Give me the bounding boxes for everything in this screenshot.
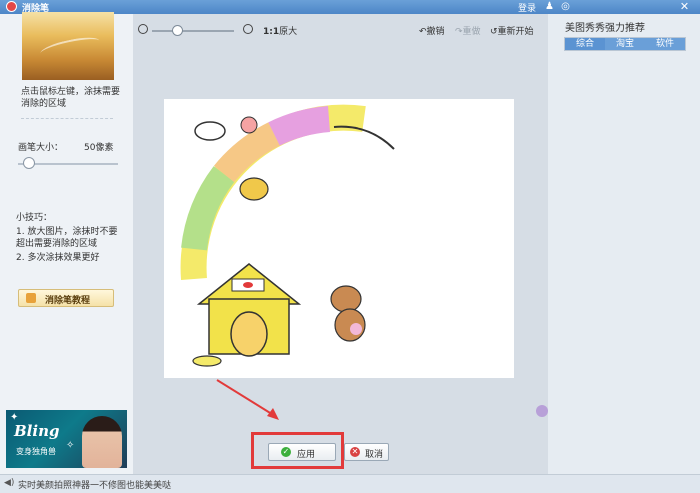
zoom-out-icon[interactable] xyxy=(138,24,148,34)
close-circle-icon: ✕ xyxy=(350,447,360,457)
ad-subtitle: 变身独角兽 xyxy=(16,447,56,456)
speaker-icon: ◀) xyxy=(4,478,15,488)
brush-size-slider-handle[interactable] xyxy=(23,157,35,169)
zoom-slider-handle[interactable] xyxy=(171,25,183,36)
image-canvas[interactable] xyxy=(164,99,514,378)
tutorial-button[interactable]: 消除笔教程 xyxy=(18,289,114,307)
qq-icon[interactable]: ♟ xyxy=(544,1,555,12)
sparkle-icon: ✧ xyxy=(66,440,75,451)
divider xyxy=(21,118,113,119)
weibo-icon[interactable]: ◎ xyxy=(560,1,571,12)
restart-button[interactable]: ↺重新开始 xyxy=(490,24,534,37)
undo-button[interactable]: ↶撤销 xyxy=(419,24,445,37)
ad-title: Bling xyxy=(14,422,60,440)
book-icon xyxy=(26,293,36,303)
redo-label: 重做 xyxy=(462,27,481,37)
brush-size-value: 50像素 xyxy=(84,143,114,153)
redo-button[interactable]: ↷重做 xyxy=(455,24,481,37)
cartoon-illustration xyxy=(180,104,395,367)
undo-icon: ↶ xyxy=(419,27,427,37)
right-panel xyxy=(548,14,700,474)
cancel-button[interactable]: ✕ 取消 xyxy=(344,443,389,461)
tip-item: 2. 多次涂抹效果更好 xyxy=(16,253,100,263)
recommend-title: 美图秀秀强力推荐 xyxy=(565,23,645,34)
tab-taobao[interactable]: 淘宝 xyxy=(605,38,645,50)
zoom-in-icon[interactable] xyxy=(243,24,253,34)
tab-general[interactable]: 综合 xyxy=(565,38,605,50)
actual-size-button[interactable]: 1:1原大 xyxy=(263,24,297,37)
eraser-description: 点击鼠标左键，涂抹需要消除的区域 xyxy=(21,87,121,109)
highlight-box xyxy=(251,432,344,469)
tutorial-button-label: 消除笔教程 xyxy=(45,296,91,306)
recommend-tabs: 综合 淘宝 软件 xyxy=(564,37,686,51)
login-link[interactable]: 登录 xyxy=(518,1,536,14)
app-logo-icon xyxy=(6,1,17,12)
tip-item: 1. 放大图片，涂抹时不要超出需要消除的区域 xyxy=(16,227,118,249)
ratio-label: 1:1 xyxy=(263,27,280,37)
undo-label: 撤销 xyxy=(426,27,445,37)
ad-banner[interactable]: ✦ ✧ Bling 变身独角兽 xyxy=(6,410,127,468)
brush-size-label: 画笔大小： xyxy=(18,143,64,153)
annotation-arrow xyxy=(216,379,279,420)
scroll-handle[interactable] xyxy=(536,405,548,417)
fit-label: 原大 xyxy=(279,27,298,37)
tips-title: 小技巧： xyxy=(16,213,53,223)
tab-software[interactable]: 软件 xyxy=(645,38,685,50)
zoom-slider[interactable] xyxy=(152,30,234,32)
status-text[interactable]: 实时美颜拍照神器一不修图也能美美哒 xyxy=(18,478,171,491)
close-icon[interactable]: ✕ xyxy=(679,1,690,12)
model-photo xyxy=(82,416,122,468)
cancel-button-label: 取消 xyxy=(365,450,384,460)
restart-icon: ↺ xyxy=(490,27,498,37)
restart-label: 重新开始 xyxy=(497,27,534,37)
redo-icon: ↷ xyxy=(455,27,463,37)
